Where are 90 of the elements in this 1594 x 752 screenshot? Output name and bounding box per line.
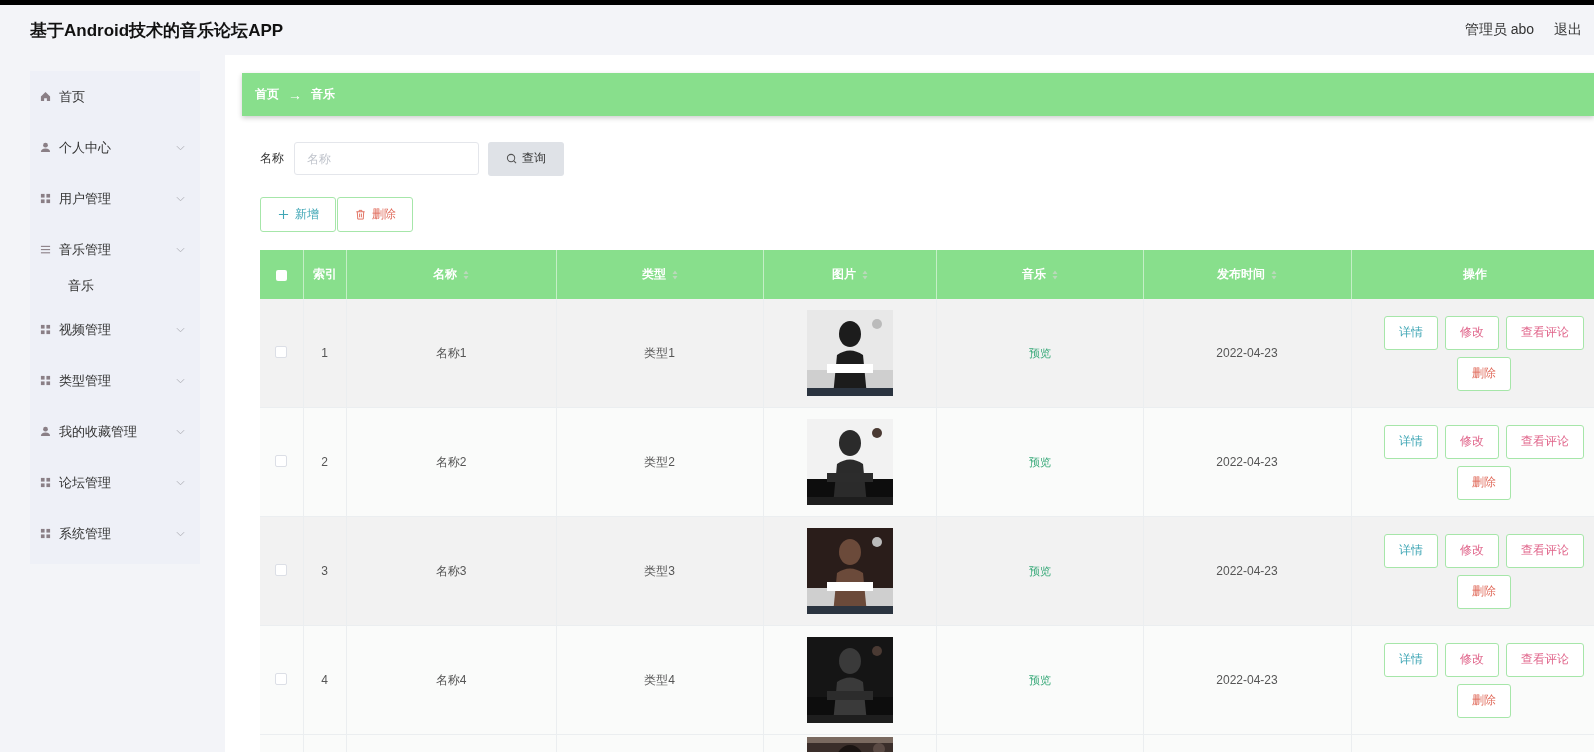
column-header: 索引: [303, 250, 346, 299]
breadcrumb-arrow: →: [288, 86, 302, 103]
table-cell: 类型4: [556, 625, 763, 735]
admin-user-label: 管理员 abo: [1464, 21, 1534, 39]
table-cell: 2: [303, 407, 346, 517]
menu-item[interactable]: 系统管理: [30, 508, 200, 559]
action-button[interactable]: 查看评论: [1505, 533, 1584, 568]
preview-link[interactable]: 预览: [1028, 673, 1051, 686]
chevron-icon: [176, 195, 185, 202]
action-button[interactable]: 详情: [1383, 315, 1438, 350]
sort-icon[interactable]: [1051, 269, 1058, 280]
user-icon: [40, 426, 51, 437]
table-cell: 2022-04-23: [1143, 516, 1351, 626]
table-cell: 类型1: [556, 299, 763, 408]
action-button[interactable]: 查看评论: [1505, 315, 1584, 350]
action-button[interactable]: 删除: [1456, 465, 1511, 500]
row-checkbox[interactable]: [275, 563, 288, 576]
menu-item[interactable]: 个人中心: [30, 122, 200, 173]
add-button[interactable]: 新增: [260, 197, 336, 232]
list-icon: [40, 244, 51, 255]
chevron-icon: [176, 326, 185, 333]
select-all-checkbox[interactable]: [275, 269, 287, 281]
row-checkbox[interactable]: [275, 454, 288, 467]
search-field[interactable]: 名称: [294, 142, 479, 175]
sort-icon[interactable]: [671, 269, 678, 280]
chevron-icon: [176, 428, 185, 435]
home-icon: [40, 91, 51, 102]
action-button[interactable]: 删除: [1456, 574, 1511, 609]
menu-item[interactable]: 类型管理: [30, 355, 200, 406]
action-button[interactable]: 删除: [1456, 356, 1511, 391]
column-header: 操作: [1351, 250, 1594, 299]
table-cell: 3: [303, 516, 346, 626]
chevron-icon: [176, 246, 185, 253]
action-button[interactable]: 删除: [1456, 683, 1511, 718]
user-icon: [40, 142, 51, 153]
table-cell: 2022-04-23: [1143, 299, 1351, 408]
table-cell: 类型2: [556, 407, 763, 517]
preview-link[interactable]: 预览: [1028, 564, 1051, 577]
preview-link[interactable]: 预览: [1028, 455, 1051, 468]
column-header: 名称: [346, 250, 556, 299]
action-button[interactable]: 查看评论: [1505, 642, 1584, 677]
menu-item[interactable]: 用户管理: [30, 173, 200, 224]
row-checkbox[interactable]: [275, 345, 288, 358]
grid-icon: [40, 193, 51, 204]
plus-icon: [277, 209, 289, 220]
action-button[interactable]: 修改: [1444, 315, 1499, 350]
sort-icon[interactable]: [1271, 269, 1277, 280]
action-button[interactable]: 修改: [1444, 533, 1499, 568]
sort-icon[interactable]: [463, 269, 469, 280]
query-button[interactable]: 查询: [488, 141, 564, 176]
sort-icon[interactable]: [861, 269, 868, 280]
table-cell: 名称1: [346, 299, 556, 408]
search-label: 名称: [260, 150, 284, 167]
menu-item[interactable]: 论坛管理: [30, 457, 200, 508]
action-button[interactable]: 修改: [1444, 424, 1499, 459]
action-button[interactable]: 详情: [1383, 424, 1438, 459]
menu-item[interactable]: 首页: [30, 71, 200, 122]
grid-icon: [40, 528, 51, 539]
grid-icon: [40, 477, 51, 488]
table-cell: 类型3: [556, 516, 763, 626]
table-cell: 名称4: [346, 625, 556, 735]
search-icon: [506, 153, 517, 164]
table-cell: 2022-04-23: [1143, 625, 1351, 735]
table-cell: 名称3: [346, 516, 556, 626]
chevron-icon: [176, 530, 185, 537]
table-cell: 4: [303, 625, 346, 735]
column-header: 音乐: [936, 250, 1143, 299]
column-header: 类型: [556, 250, 763, 299]
action-button[interactable]: 修改: [1444, 642, 1499, 677]
chevron-icon: [176, 144, 185, 151]
app-title: 基于Android技术的音乐论坛APP: [30, 19, 284, 42]
column-header: 发布时间: [1143, 250, 1351, 299]
trash-icon: [354, 209, 366, 220]
preview-link[interactable]: 预览: [1028, 346, 1051, 359]
action-button[interactable]: 详情: [1383, 533, 1438, 568]
chevron-icon: [176, 479, 185, 486]
table-cell: 名称2: [346, 407, 556, 517]
chevron-icon: [176, 377, 185, 384]
delete-button[interactable]: 删除: [337, 197, 413, 232]
menu-item[interactable]: 视频管理: [30, 304, 200, 355]
action-button[interactable]: 详情: [1383, 642, 1438, 677]
logout-link[interactable]: 退出: [1554, 21, 1582, 39]
table-cell: 2022-04-23: [1143, 407, 1351, 517]
grid-icon: [40, 324, 51, 335]
row-checkbox[interactable]: [275, 672, 288, 685]
table-cell: 1: [303, 299, 346, 408]
action-button[interactable]: 查看评论: [1505, 424, 1584, 459]
menu-item[interactable]: 我的收藏管理: [30, 406, 200, 457]
grid-icon: [40, 375, 51, 386]
column-header: 图片: [763, 250, 936, 299]
